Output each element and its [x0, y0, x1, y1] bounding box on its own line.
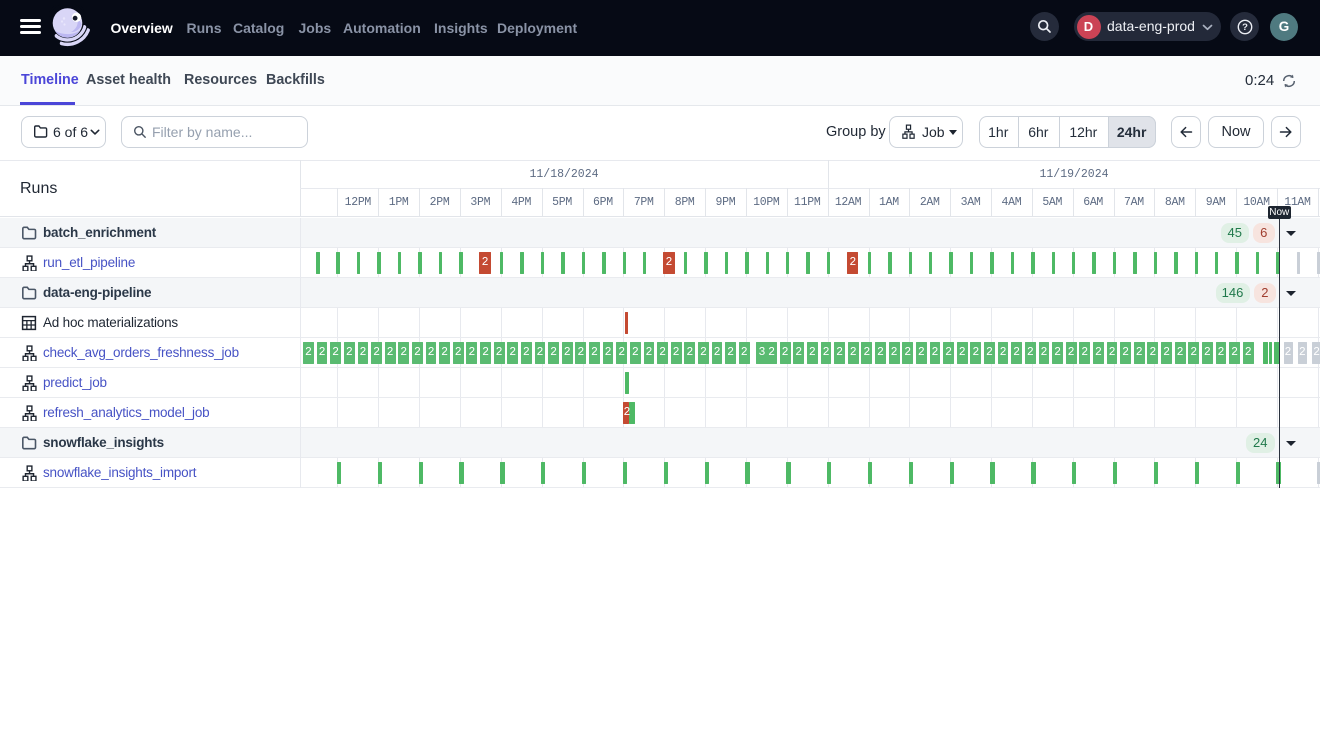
svg-text:?: ?: [1242, 22, 1248, 33]
